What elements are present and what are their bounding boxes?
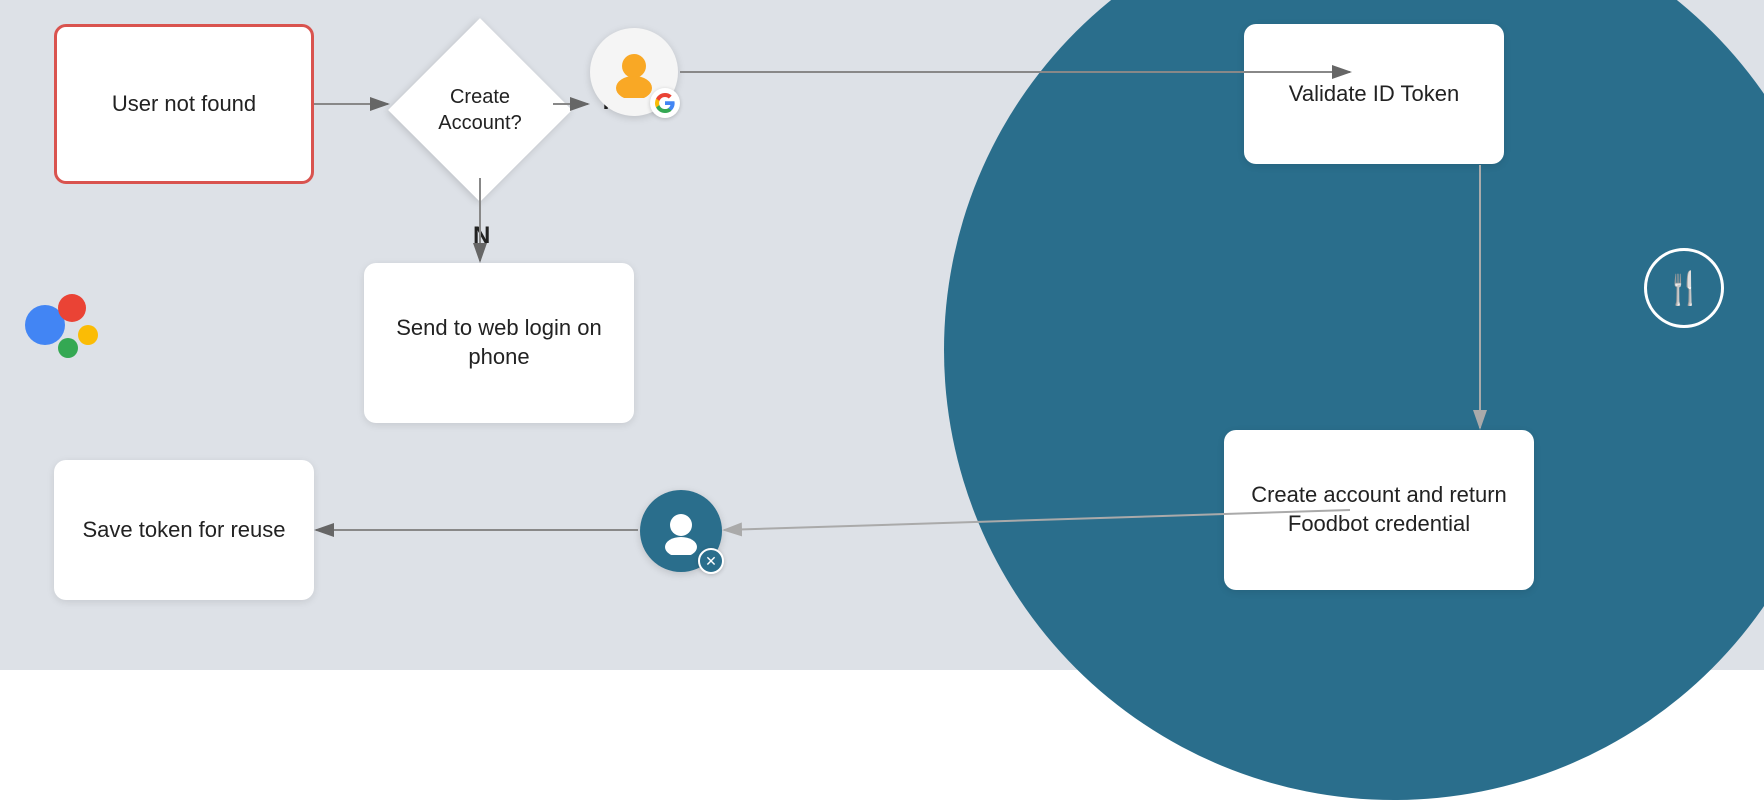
create-account-label: Create account and return Foodbot creden… xyxy=(1224,481,1534,538)
foodbot-user-icon: ✕ xyxy=(640,490,722,572)
save-token-box: Save token for reuse xyxy=(54,460,314,600)
send-to-web-label: Send to web login on phone xyxy=(364,314,634,371)
user-not-found-label: User not found xyxy=(112,90,256,119)
validate-id-box: Validate ID Token xyxy=(1244,24,1504,164)
fork-knife-icon: 🍴 xyxy=(1644,248,1724,328)
validate-id-label: Validate ID Token xyxy=(1289,80,1459,109)
save-token-label: Save token for reuse xyxy=(82,516,285,545)
google-avatar-icon xyxy=(590,28,678,116)
no-label: N xyxy=(473,222,490,250)
diamond-label: Create Account? xyxy=(430,84,530,136)
diagram-container: User not found Send to web login on phon… xyxy=(0,0,1764,670)
create-account-diamond: Create Account? xyxy=(390,20,570,200)
user-not-found-box: User not found xyxy=(54,24,314,184)
create-account-box: Create account and return Foodbot creden… xyxy=(1224,430,1534,590)
send-to-web-box: Send to web login on phone xyxy=(364,263,634,423)
google-assistant-icon xyxy=(20,280,110,370)
